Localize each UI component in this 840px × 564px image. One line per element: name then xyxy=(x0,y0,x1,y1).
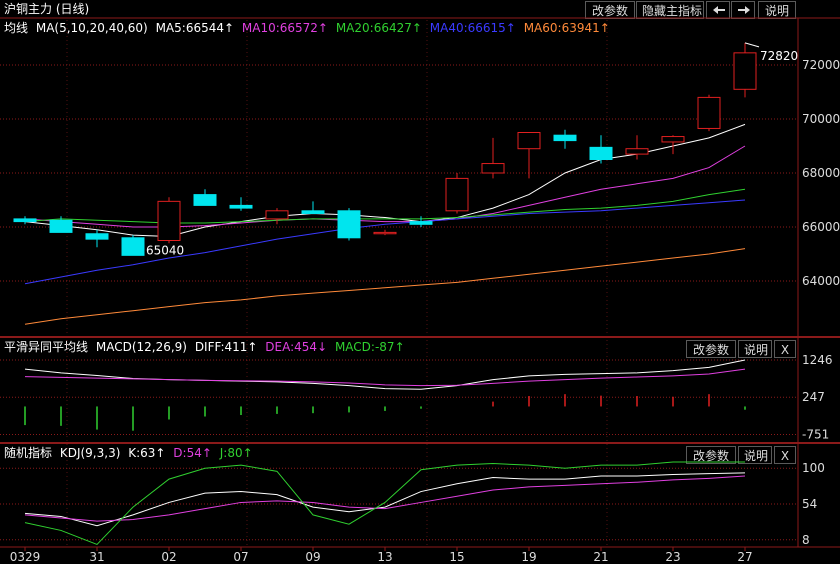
macd-y-tick-label: 247 xyxy=(802,390,825,404)
candle-body xyxy=(193,194,217,206)
x-tick-label: 09 xyxy=(305,550,320,564)
candle-body xyxy=(445,177,469,212)
main-y-tick-label: 66000 xyxy=(802,220,840,234)
k-line xyxy=(24,472,746,527)
x-tick-label: 02 xyxy=(161,550,176,564)
candle-body xyxy=(85,233,109,240)
kdj-y-tick-label: 8 xyxy=(802,533,810,547)
j-line xyxy=(24,461,745,546)
candle-body xyxy=(481,163,505,174)
candle-body xyxy=(229,204,253,209)
max-price-label: 72820 xyxy=(760,49,798,63)
x-tick-label: 19 xyxy=(521,550,536,564)
candle-body xyxy=(265,210,289,220)
max-pointer xyxy=(744,42,760,48)
main-y-tick-label: 72000 xyxy=(802,58,840,72)
main-y-tick-label: 70000 xyxy=(802,112,840,126)
kdj-y-tick-label: 100 xyxy=(802,461,825,475)
d-line xyxy=(24,475,746,522)
candle-body xyxy=(13,218,37,223)
x-tick-label: 21 xyxy=(593,550,608,564)
macd-y-tick-label: -751 xyxy=(802,427,829,441)
candle-body xyxy=(409,221,433,225)
x-tick-label: 0329 xyxy=(10,550,41,564)
candle-body xyxy=(733,52,757,90)
candle-body xyxy=(589,146,613,161)
min-price-label: 65040 xyxy=(146,243,184,257)
x-tick-label: 15 xyxy=(449,550,464,564)
candle-body xyxy=(157,200,181,242)
dea-line xyxy=(24,368,746,387)
candle-body xyxy=(373,231,397,235)
candle-body xyxy=(553,134,577,142)
candle-body xyxy=(337,210,361,239)
candle-body xyxy=(697,96,721,129)
candle-body xyxy=(49,219,73,233)
main-y-tick-label: 68000 xyxy=(802,166,840,180)
chart-canvas[interactable]: 64000 66000 68000 70000 72000 72820 65040 1246 2… xyxy=(0,0,840,564)
candle-body xyxy=(625,148,649,155)
ma60-line xyxy=(24,248,746,325)
x-tick-label: 31 xyxy=(89,550,104,564)
x-tick-label: 07 xyxy=(233,550,248,564)
candle-body xyxy=(301,210,325,215)
x-tick-label: 13 xyxy=(377,550,392,564)
main-y-tick-label: 64000 xyxy=(802,274,840,288)
candle-body xyxy=(517,132,541,150)
candle-body xyxy=(661,136,685,143)
candle-body xyxy=(121,237,145,256)
x-tick-label: 23 xyxy=(665,550,680,564)
macd-y-tick-label: 1246 xyxy=(802,353,833,367)
kdj-y-tick-label: 54 xyxy=(802,497,817,511)
x-tick-label: 27 xyxy=(737,550,752,564)
